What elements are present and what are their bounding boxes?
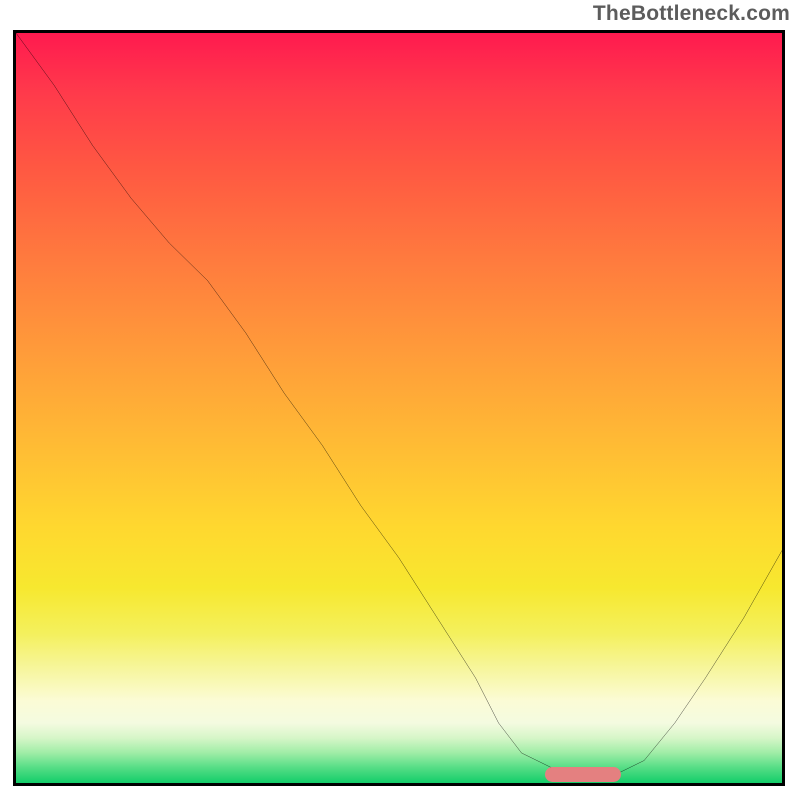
curve-path bbox=[16, 33, 782, 776]
bottleneck-curve bbox=[16, 33, 782, 783]
watermark-label: TheBottleneck.com bbox=[593, 2, 790, 26]
optimal-range-marker bbox=[545, 767, 622, 782]
chart-root: { "watermark": "TheBottleneck.com", "cha… bbox=[0, 0, 800, 800]
plot-area bbox=[13, 30, 785, 786]
